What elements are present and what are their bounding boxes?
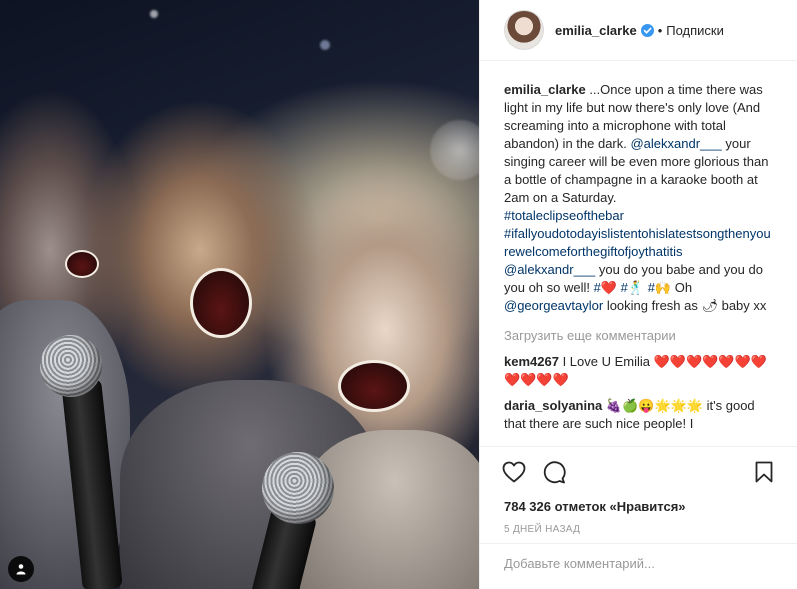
list-item: kem4267 I Love U Emilia ❤️❤️❤️❤️❤️❤️❤️❤️…: [504, 353, 774, 389]
bookmark-icon[interactable]: [748, 457, 780, 487]
hashtag-link[interactable]: #❤️: [594, 280, 617, 295]
comments-list[interactable]: emilia_clarke ...Once upon a time there …: [480, 61, 797, 446]
avatar[interactable]: [504, 10, 544, 50]
comment-username[interactable]: daria_solyanina: [504, 398, 602, 413]
mention-link[interactable]: @alekxandr___: [504, 262, 595, 277]
list-item: daria_solyanina 🍇🍏😛🌟🌟🌟 it's good that th…: [504, 397, 774, 433]
mention-link[interactable]: @alekxandr___: [630, 136, 721, 151]
hashtag-link[interactable]: #🕺: [621, 280, 644, 295]
hashtag-link[interactable]: #🙌: [648, 280, 671, 295]
caption: emilia_clarke ...Once upon a time there …: [504, 81, 774, 315]
caption-username[interactable]: emilia_clarke: [504, 82, 586, 97]
person-tag-icon[interactable]: [8, 556, 34, 582]
speech-bubble-icon[interactable]: [538, 457, 570, 487]
hashtag-link[interactable]: #totaleclipseofthebar: [504, 208, 624, 223]
action-icons: [498, 457, 780, 487]
likes-count[interactable]: 784 326 отметок «Нравится»: [498, 499, 780, 514]
microphone-head: [262, 452, 334, 524]
post-photo[interactable]: [0, 0, 479, 589]
separator-dot: •: [657, 22, 663, 38]
singing-mouth: [65, 250, 99, 278]
verified-badge-icon: [640, 23, 654, 37]
post-actions: 784 326 отметок «Нравится» 5 дней назад: [480, 446, 797, 535]
post-date[interactable]: 5 дней назад: [498, 524, 780, 535]
stage-light: [150, 10, 158, 18]
caption-text: looking fresh as 🌶 baby xx: [603, 298, 767, 313]
stage-light: [430, 120, 479, 180]
comment-input[interactable]: [504, 556, 774, 571]
singing-mouth: [190, 268, 252, 338]
post-sidebar: emilia_clarke • Подписки emilia_clarke .…: [479, 0, 797, 589]
comment-username[interactable]: kem4267: [504, 354, 559, 369]
load-more-comments-button[interactable]: Загрузить еще комментарии: [504, 327, 774, 345]
hashtag-link[interactable]: #ifallyoudotodayislistentohislatestsongt…: [504, 226, 771, 259]
following-button[interactable]: Подписки: [666, 23, 724, 38]
mention-link[interactable]: @georgeavtaylor: [504, 298, 603, 313]
add-comment-box: [480, 543, 797, 589]
microphone-head: [40, 335, 102, 397]
header-username[interactable]: emilia_clarke: [555, 23, 637, 38]
caption-text: Oh: [671, 280, 693, 295]
stage-light: [320, 40, 330, 50]
singing-mouth: [338, 360, 410, 412]
post-header: emilia_clarke • Подписки: [480, 0, 797, 61]
heart-icon[interactable]: [498, 457, 530, 487]
